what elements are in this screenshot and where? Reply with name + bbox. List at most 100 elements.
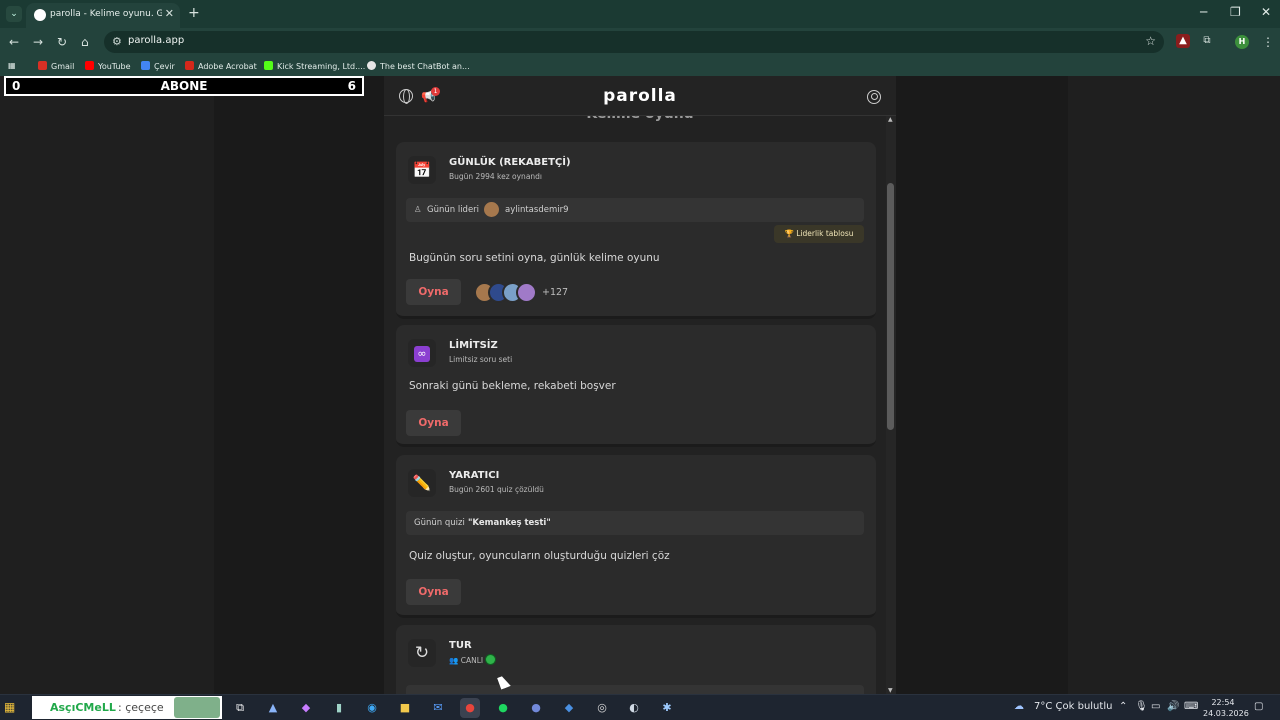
steam-icon[interactable]: ◐ <box>624 698 644 718</box>
minimize-icon[interactable]: ─ <box>1200 5 1207 19</box>
bookmark-translate[interactable]: Çevir <box>141 61 175 71</box>
obs-icon[interactable]: ◎ <box>592 698 612 718</box>
subscriber-overlay: 0 ABONE 6 <box>4 76 364 96</box>
extensions-puzzle-icon[interactable]: ⧉ <box>1200 34 1214 48</box>
bookmark-star-icon[interactable]: ☆ <box>1145 34 1156 48</box>
overlay-right-count: 6 <box>347 79 356 93</box>
user-account-icon[interactable] <box>867 90 881 104</box>
taskbar-search-box[interactable]: AsçıCMeLL : çeçeçe <box>32 696 222 719</box>
leaderboard-button[interactable]: 🏆 Liderlik tablosu <box>774 225 864 243</box>
card-title: TUR <box>449 640 472 651</box>
scrollbar-thumb[interactable] <box>887 183 894 430</box>
card-daily: 📅 GÜNLÜK (REKABETÇİ) Bugün 2994 kez oyna… <box>396 142 876 319</box>
spotify-icon[interactable]: ● <box>493 698 513 718</box>
quiz-label: Günün quizi <box>414 518 465 528</box>
app-logo[interactable]: parolla <box>384 86 896 106</box>
address-bar[interactable]: ⚙ parolla.app ☆ <box>104 31 1164 53</box>
calendar-icon: 📅 <box>408 156 436 184</box>
clock-date: 24.03.2026 <box>1203 709 1249 718</box>
tab-search-button[interactable]: ⌄ <box>6 6 22 22</box>
refresh-cycle-icon: ↻ <box>408 639 436 667</box>
new-tab-plus-icon[interactable]: + <box>188 5 200 21</box>
card-title: YARATICI <box>449 470 500 481</box>
mail-icon[interactable]: ✉ <box>428 698 448 718</box>
search-text: : çeçeçe <box>118 701 164 714</box>
daily-quiz-strip[interactable]: Günün quizi "Kemankeş testi" <box>406 511 864 535</box>
search-highlight-image <box>174 697 220 718</box>
forward-arrow-icon[interactable]: → <box>33 35 43 49</box>
bookmark-kick[interactable]: Kick Streaming, Ltd.... <box>264 61 365 71</box>
tour-info-strip <box>406 685 864 694</box>
scroll-down-arrow-icon[interactable]: ▼ <box>888 687 893 694</box>
volume-icon[interactable]: 🔊 <box>1167 701 1179 712</box>
chatbot-icon <box>367 61 376 70</box>
extension-icon[interactable]: ▲ <box>1176 34 1190 48</box>
url-text[interactable]: parolla.app <box>128 35 184 46</box>
card-title: GÜNLÜK (REKABETÇİ) <box>449 157 571 168</box>
discord-icon[interactable]: ● <box>526 698 546 718</box>
gmail-icon <box>38 61 47 70</box>
bookmarks-bar: ▦ Gmail YouTube Çevir Adobe Acrobat Kick… <box>0 56 1280 76</box>
kebab-menu-icon[interactable]: ⋮ <box>1262 35 1274 49</box>
card-description: Bugünün soru setini oyna, günlük kelime … <box>409 252 660 264</box>
window-close-icon[interactable]: ✕ <box>1261 5 1271 19</box>
back-arrow-icon[interactable]: ← <box>9 35 19 49</box>
card-subtitle: Limitsiz soru seti <box>449 355 513 364</box>
card-subtitle: Bugün 2994 kez oynandı <box>449 172 543 181</box>
home-icon[interactable]: ⌂ <box>81 35 89 49</box>
browser-tab-strip: ⌄ parolla - Kelime oyunu. Günlük ✕ + ─ ❐… <box>0 0 1280 28</box>
reload-icon[interactable]: ↻ <box>57 35 67 49</box>
clock-time: 22:54 <box>1211 698 1235 707</box>
youtube-icon <box>85 61 94 70</box>
bookmark-adobe-acrobat[interactable]: Adobe Acrobat <box>185 61 257 71</box>
pencil-icon: ✏️ <box>408 469 436 497</box>
bookmark-gmail[interactable]: Gmail <box>38 61 74 71</box>
widgets-icon[interactable]: ▲ <box>263 698 283 718</box>
search-brand-text: AsçıCMeLL <box>50 701 116 714</box>
weather-cloud-icon[interactable]: ☁ <box>1014 701 1024 712</box>
quiz-name[interactable]: "Kemankeş testi" <box>468 518 551 528</box>
unlimited-play-button[interactable]: Oyna <box>406 410 461 436</box>
card-tour: ↻ TUR 👥 CANLI <box>396 625 876 694</box>
weather-text[interactable]: 7°C Çok bulutlu <box>1034 701 1112 712</box>
page-viewport: 0 ABONE 6 📢 1 parolla Kelime oyunu 📅 GÜN… <box>0 76 1280 694</box>
browser-tab[interactable]: parolla - Kelime oyunu. Günlük ✕ <box>26 3 180 28</box>
task-view-icon[interactable]: ⧉ <box>230 698 250 718</box>
microphone-icon[interactable]: 🎙 <box>1135 701 1148 712</box>
daily-play-button[interactable]: Oyna <box>406 279 461 305</box>
edge-icon[interactable]: ◉ <box>362 698 382 718</box>
tab-title: parolla - Kelime oyunu. Günlük <box>50 9 162 19</box>
profile-avatar[interactable]: H <box>1235 35 1249 49</box>
bookmark-youtube[interactable]: YouTube <box>85 61 131 71</box>
close-icon[interactable]: ✕ <box>165 7 174 20</box>
daily-leader-strip: ♙ Günün lideri aylintasdemir9 <box>406 198 864 222</box>
keyboard-icon[interactable]: ⌨ <box>1184 701 1198 712</box>
leader-name[interactable]: aylintasdemir9 <box>505 205 569 215</box>
page-scrollbar[interactable]: ▲ ▼ <box>886 116 896 694</box>
system-clock[interactable]: 22:54 24.03.2026 <box>1203 697 1249 719</box>
app-icon[interactable]: ◆ <box>559 698 579 718</box>
bookmark-chatbot[interactable]: The best ChatBot an... <box>367 61 470 71</box>
chrome-icon[interactable]: ● <box>460 698 480 718</box>
parolla-app: 📢 1 parolla Kelime oyunu 📅 GÜNLÜK (REKAB… <box>384 76 896 694</box>
copilot-icon[interactable]: ◆ <box>296 698 316 718</box>
scroll-up-arrow-icon[interactable]: ▲ <box>888 116 893 123</box>
card-title: LİMİTSİZ <box>449 340 498 351</box>
right-gutter <box>896 76 1068 694</box>
card-subtitle: Bugün 2601 quiz çözüldü <box>449 485 544 494</box>
apps-grid-icon[interactable]: ▦ <box>8 61 16 70</box>
tray-chevron-icon[interactable]: ⌃ <box>1119 701 1127 712</box>
notepad-icon[interactable]: ▮ <box>329 698 349 718</box>
card-creative: ✏️ YARATICI Bugün 2601 quiz çözüldü Günü… <box>396 455 876 618</box>
leader-label: Günün lideri <box>427 205 480 215</box>
creative-play-button[interactable]: Oyna <box>406 579 461 605</box>
site-info-icon[interactable]: ⚙ <box>112 35 122 48</box>
trophy-icon: ♙ <box>414 205 422 215</box>
notification-center-icon[interactable]: ▢ <box>1254 701 1263 712</box>
file-explorer-icon[interactable]: ■ <box>395 698 415 718</box>
settings-gear-icon[interactable]: ✱ <box>657 698 677 718</box>
network-icon[interactable]: ▭ <box>1151 701 1160 712</box>
card-unlimited: ∞ LİMİTSİZ Limitsiz soru seti Sonraki gü… <box>396 325 876 447</box>
start-icon[interactable]: ▦ <box>4 700 15 714</box>
restore-icon[interactable]: ❐ <box>1230 5 1241 19</box>
